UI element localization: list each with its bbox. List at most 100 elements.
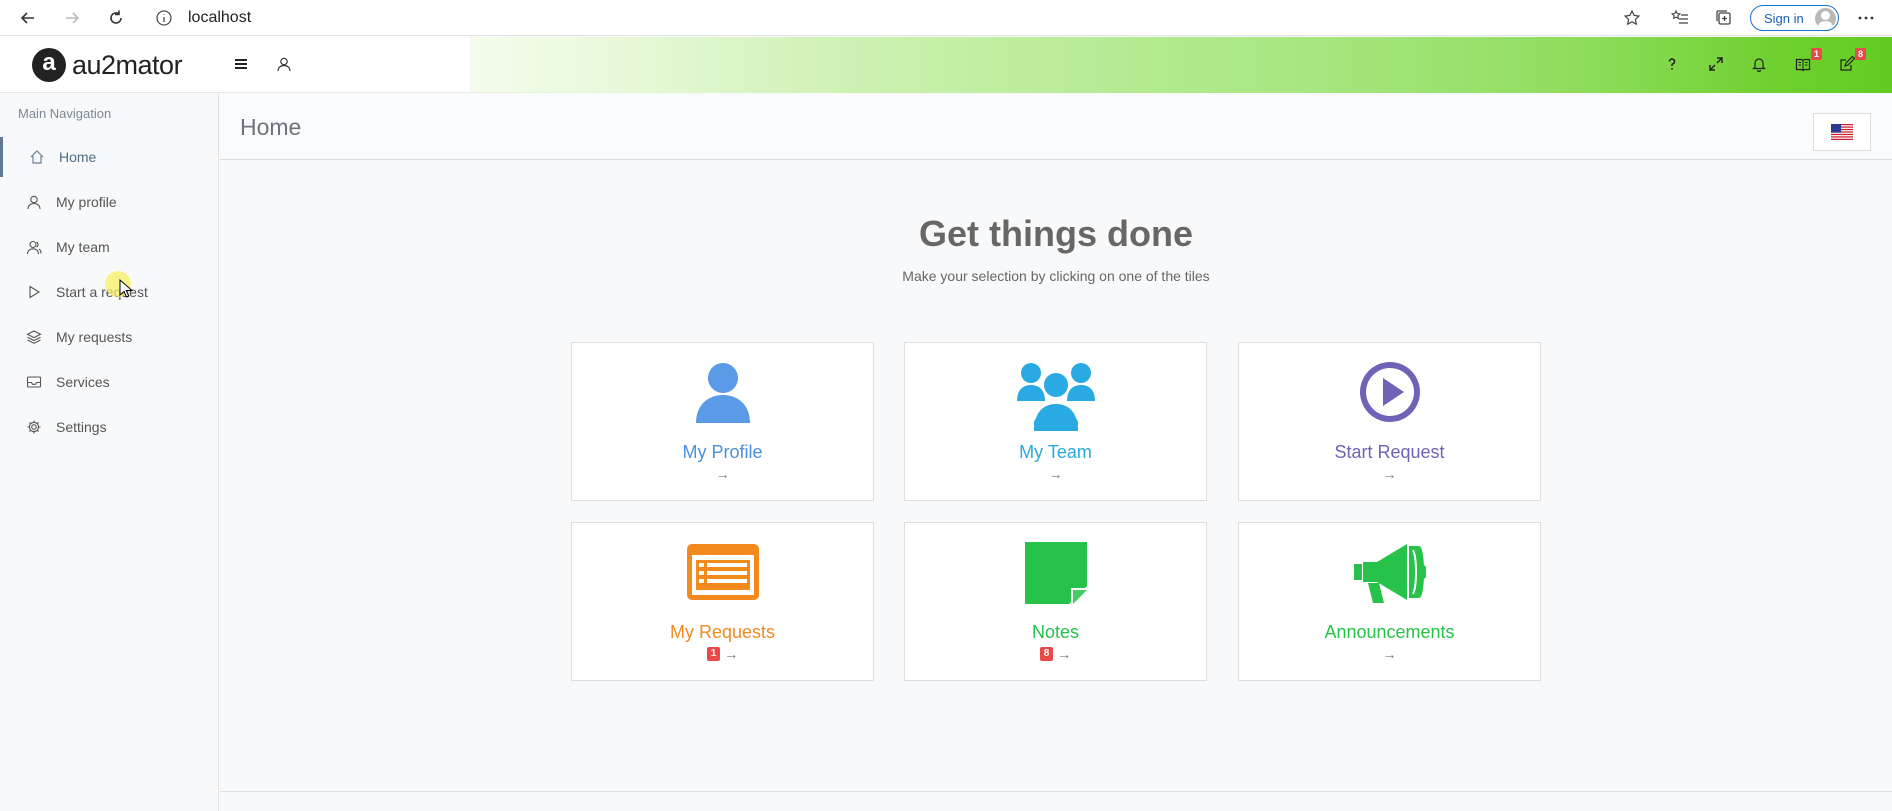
list-icon bbox=[572, 544, 873, 612]
user-icon bbox=[26, 194, 42, 210]
edit-note-icon bbox=[1840, 56, 1855, 71]
notes-count-badge: 8 bbox=[1854, 48, 1866, 60]
arrow-right-icon: → bbox=[715, 466, 730, 482]
notes-header-button[interactable]: 8 bbox=[1837, 48, 1866, 74]
note-icon bbox=[905, 542, 1206, 610]
layers-icon bbox=[26, 329, 42, 345]
sidebar-item-label: My team bbox=[56, 239, 110, 255]
notifications-button[interactable] bbox=[1749, 54, 1769, 74]
tile-footer: 1 → bbox=[572, 646, 873, 662]
collections-button[interactable] bbox=[1710, 4, 1738, 32]
sidebar-item-my-requests[interactable]: My requests bbox=[0, 317, 218, 357]
book-icon bbox=[1795, 58, 1811, 72]
tile-label: My Team bbox=[1019, 442, 1092, 462]
notes-count-badge: 8 bbox=[1039, 647, 1054, 661]
sidebar-item-my-team[interactable]: My team bbox=[0, 227, 218, 267]
welcome-heading: Get things done bbox=[919, 213, 1193, 254]
favorite-button[interactable] bbox=[1618, 4, 1646, 32]
language-selector-button[interactable] bbox=[1813, 113, 1871, 151]
profile-avatar-icon bbox=[1815, 8, 1836, 29]
page-header: Home bbox=[220, 94, 1892, 160]
more-menu-button[interactable] bbox=[1852, 4, 1880, 32]
requests-count-badge: 1 bbox=[1810, 48, 1822, 60]
tile-footer: → bbox=[1239, 466, 1540, 482]
requests-count-badge: 1 bbox=[706, 647, 721, 661]
star-icon bbox=[1623, 9, 1641, 26]
arrow-right-icon: → bbox=[1048, 466, 1063, 482]
tile-my-profile[interactable]: My Profile → bbox=[571, 342, 874, 501]
help-button[interactable] bbox=[1662, 54, 1682, 74]
sidebar-item-home[interactable]: Home bbox=[0, 137, 218, 177]
user-menu-button[interactable] bbox=[274, 54, 294, 74]
collections-icon bbox=[1716, 10, 1731, 25]
forward-arrow-icon bbox=[66, 12, 80, 24]
arrow-right-icon: → bbox=[1057, 646, 1072, 662]
forward-button[interactable] bbox=[58, 4, 86, 32]
tile-label: Notes bbox=[1031, 622, 1080, 642]
tile-my-requests[interactable]: My Requests 1 → bbox=[571, 522, 874, 681]
sidebar-item-label: Settings bbox=[56, 419, 107, 435]
sidebar: Main Navigation Home My profile My team … bbox=[0, 94, 219, 811]
back-button[interactable] bbox=[14, 4, 42, 32]
sidebar-item-my-profile[interactable]: My profile bbox=[0, 182, 218, 222]
main-content: Home Get things done Make your selection… bbox=[220, 94, 1892, 811]
expand-icon bbox=[1709, 57, 1723, 71]
arrow-right-icon: → bbox=[1382, 466, 1397, 482]
sidebar-item-label: My requests bbox=[56, 329, 133, 345]
user-icon bbox=[572, 361, 873, 429]
sidebar-item-label: Home bbox=[59, 149, 97, 165]
hamburger-icon bbox=[235, 59, 247, 69]
tile-label: Announcements bbox=[1324, 622, 1455, 642]
fullscreen-button[interactable] bbox=[1706, 54, 1726, 74]
requests-header-button[interactable]: 1 bbox=[1793, 48, 1822, 74]
tile-label: My Requests bbox=[669, 622, 776, 642]
sidebar-title: Main Navigation bbox=[18, 106, 112, 121]
sign-in-label: Sign in bbox=[1764, 10, 1804, 26]
welcome-subheading: Make your selection by clicking on one o… bbox=[902, 268, 1210, 284]
logo-mark: a bbox=[32, 48, 66, 82]
play-icon bbox=[26, 284, 42, 300]
tile-label: My Profile bbox=[682, 442, 763, 462]
team-icon bbox=[26, 239, 42, 255]
play-circle-icon bbox=[1239, 361, 1540, 429]
more-dots-icon bbox=[1858, 16, 1874, 20]
sidebar-item-label: My profile bbox=[56, 194, 117, 210]
inbox-icon bbox=[26, 374, 42, 390]
page-title: Home bbox=[240, 114, 302, 140]
browser-toolbar: localhost Sign in bbox=[0, 0, 1892, 36]
us-flag-icon bbox=[1831, 124, 1853, 140]
tile-footer: → bbox=[572, 466, 873, 482]
menu-toggle-button[interactable] bbox=[231, 54, 251, 74]
sign-in-button[interactable]: Sign in bbox=[1750, 5, 1839, 31]
sidebar-item-settings[interactable]: Settings bbox=[0, 407, 218, 447]
tile-footer: 8 → bbox=[905, 646, 1206, 662]
gear-icon bbox=[26, 419, 42, 435]
sidebar-item-label: Services bbox=[56, 374, 110, 390]
tile-notes[interactable]: Notes 8 → bbox=[904, 522, 1207, 681]
megaphone-icon bbox=[1239, 542, 1540, 610]
tile-start-request[interactable]: Start Request → bbox=[1238, 342, 1541, 501]
bell-icon bbox=[1752, 58, 1766, 72]
question-icon bbox=[1668, 58, 1676, 70]
refresh-button[interactable] bbox=[102, 4, 130, 32]
favorites-list-button[interactable] bbox=[1666, 4, 1694, 32]
arrow-right-icon: → bbox=[1382, 646, 1397, 662]
app-logo[interactable]: a au2mator bbox=[32, 48, 183, 82]
tile-announcements[interactable]: Announcements → bbox=[1238, 522, 1541, 681]
logo-wordmark: au2mator bbox=[72, 49, 183, 80]
app-header: a au2mator 1 8 bbox=[0, 37, 1892, 93]
tile-footer: → bbox=[1239, 646, 1540, 662]
sidebar-item-label: Start a request bbox=[56, 284, 148, 300]
mouse-cursor-icon bbox=[119, 279, 133, 298]
address-bar[interactable]: localhost bbox=[188, 9, 251, 27]
team-icon bbox=[905, 361, 1206, 431]
user-icon bbox=[277, 57, 291, 72]
home-icon bbox=[29, 149, 45, 165]
tile-footer: → bbox=[905, 466, 1206, 482]
footer-divider bbox=[220, 791, 1892, 792]
tile-label: Start Request bbox=[1334, 442, 1445, 462]
info-icon[interactable] bbox=[155, 9, 173, 27]
sidebar-item-services[interactable]: Services bbox=[0, 362, 218, 402]
tile-my-team[interactable]: My Team → bbox=[904, 342, 1207, 501]
back-arrow-icon bbox=[20, 12, 34, 24]
